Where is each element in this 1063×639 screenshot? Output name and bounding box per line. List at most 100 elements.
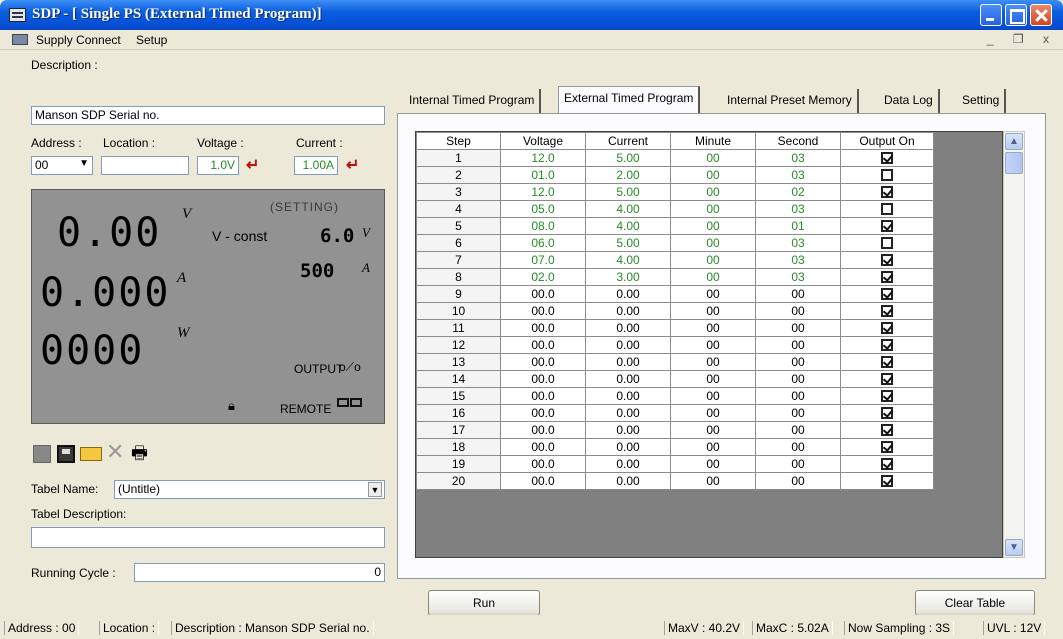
voltage-cell[interactable]: 12.0 xyxy=(500,149,586,167)
table-scrollbar[interactable]: ▲ ▼ xyxy=(1003,131,1025,558)
voltage-cell[interactable]: 05.0 xyxy=(500,200,586,218)
column-header[interactable]: Output On xyxy=(840,132,934,150)
output-on-cell[interactable] xyxy=(840,370,934,388)
second-cell[interactable]: 03 xyxy=(755,268,841,286)
voltage-cell[interactable]: 00.0 xyxy=(500,319,586,337)
minute-cell[interactable]: 00 xyxy=(670,336,756,354)
second-cell[interactable]: 03 xyxy=(755,200,841,218)
output-checkbox[interactable] xyxy=(881,271,893,284)
output-on-cell[interactable] xyxy=(840,336,934,354)
output-on-cell[interactable] xyxy=(840,302,934,320)
table-row[interactable]: 4 05.0 4.00 00 03 xyxy=(416,200,934,218)
output-checkbox[interactable] xyxy=(881,288,893,301)
step-cell[interactable]: 12 xyxy=(416,336,501,354)
tab-internal-timed-program[interactable]: Internal Timed Program xyxy=(404,89,542,113)
output-on-cell[interactable] xyxy=(840,268,934,286)
current-cell[interactable]: 0.00 xyxy=(585,336,671,354)
minute-cell[interactable]: 00 xyxy=(670,438,756,456)
step-cell[interactable]: 8 xyxy=(416,268,501,286)
table-description-input[interactable] xyxy=(31,527,385,548)
table-row[interactable]: 10 00.0 0.00 00 00 xyxy=(416,302,934,320)
scroll-up-button[interactable]: ▲ xyxy=(1005,133,1023,150)
output-checkbox[interactable] xyxy=(881,322,893,335)
second-cell[interactable]: 00 xyxy=(755,285,841,303)
minute-cell[interactable]: 00 xyxy=(670,302,756,320)
current-cell[interactable]: 0.00 xyxy=(585,387,671,405)
table-row[interactable]: 13 00.0 0.00 00 00 xyxy=(416,353,934,371)
current-cell[interactable]: 0.00 xyxy=(585,455,671,473)
output-on-cell[interactable] xyxy=(840,421,934,439)
scroll-thumb[interactable] xyxy=(1005,152,1023,174)
current-cell[interactable]: 0.00 xyxy=(585,438,671,456)
output-checkbox[interactable] xyxy=(881,305,893,318)
open-folder-icon[interactable] xyxy=(80,447,102,461)
second-cell[interactable]: 00 xyxy=(755,472,841,490)
minute-cell[interactable]: 00 xyxy=(670,455,756,473)
output-on-cell[interactable] xyxy=(840,438,934,456)
second-cell[interactable]: 00 xyxy=(755,319,841,337)
output-on-cell[interactable] xyxy=(840,455,934,473)
output-checkbox[interactable] xyxy=(881,186,893,199)
minute-cell[interactable]: 00 xyxy=(670,217,756,235)
current-cell[interactable]: 5.00 xyxy=(585,234,671,252)
address-select[interactable]: 00 ▼ xyxy=(31,156,93,175)
output-on-cell[interactable] xyxy=(840,404,934,422)
voltage-cell[interactable]: 00.0 xyxy=(500,421,586,439)
second-cell[interactable]: 00 xyxy=(755,353,841,371)
step-cell[interactable]: 9 xyxy=(416,285,501,303)
voltage-cell[interactable]: 00.0 xyxy=(500,472,586,490)
voltage-cell[interactable]: 00.0 xyxy=(500,404,586,422)
voltage-cell[interactable]: 12.0 xyxy=(500,183,586,201)
output-checkbox[interactable] xyxy=(881,407,893,420)
tab-data-log[interactable]: Data Log xyxy=(879,89,940,113)
step-cell[interactable]: 17 xyxy=(416,421,501,439)
output-on-cell[interactable] xyxy=(840,166,934,184)
minute-cell[interactable]: 00 xyxy=(670,421,756,439)
column-header[interactable]: Minute xyxy=(670,132,756,150)
table-row[interactable]: 8 02.0 3.00 00 03 xyxy=(416,268,934,286)
minute-cell[interactable]: 00 xyxy=(670,149,756,167)
minute-cell[interactable]: 00 xyxy=(670,387,756,405)
minute-cell[interactable]: 00 xyxy=(670,353,756,371)
table-name-select[interactable]: (Untitle) ▼ xyxy=(114,480,385,499)
chevron-down-icon[interactable]: ▼ xyxy=(368,482,382,497)
output-checkbox[interactable] xyxy=(881,169,893,182)
maximize-button[interactable] xyxy=(1005,4,1027,26)
current-cell[interactable]: 0.00 xyxy=(585,319,671,337)
second-cell[interactable]: 03 xyxy=(755,149,841,167)
step-cell[interactable]: 18 xyxy=(416,438,501,456)
second-cell[interactable]: 00 xyxy=(755,336,841,354)
current-cell[interactable]: 0.00 xyxy=(585,370,671,388)
minute-cell[interactable]: 00 xyxy=(670,251,756,269)
second-cell[interactable]: 00 xyxy=(755,302,841,320)
print-icon[interactable]: 🖶︎ xyxy=(131,444,149,462)
output-checkbox[interactable] xyxy=(881,390,893,403)
table-row[interactable]: 1 12.0 5.00 00 03 xyxy=(416,149,934,167)
output-checkbox[interactable] xyxy=(881,254,893,267)
output-checkbox[interactable] xyxy=(881,424,893,437)
output-checkbox[interactable] xyxy=(881,441,893,454)
step-cell[interactable]: 7 xyxy=(416,251,501,269)
voltage-cell[interactable]: 00.0 xyxy=(500,336,586,354)
output-on-cell[interactable] xyxy=(840,319,934,337)
location-input[interactable] xyxy=(101,156,189,175)
title-bar[interactable]: SDP - [ Single PS (External Timed Progra… xyxy=(0,0,1063,30)
step-cell[interactable]: 6 xyxy=(416,234,501,252)
current-cell[interactable]: 0.00 xyxy=(585,285,671,303)
table-row[interactable]: 5 08.0 4.00 00 01 xyxy=(416,217,934,235)
step-cell[interactable]: 10 xyxy=(416,302,501,320)
table-row[interactable]: 14 00.0 0.00 00 00 xyxy=(416,370,934,388)
table-row[interactable]: 15 00.0 0.00 00 00 xyxy=(416,387,934,405)
output-checkbox[interactable] xyxy=(881,220,893,233)
table-row[interactable]: 12 00.0 0.00 00 00 xyxy=(416,336,934,354)
output-checkbox[interactable] xyxy=(881,152,893,165)
step-cell[interactable]: 11 xyxy=(416,319,501,337)
table-row[interactable]: 19 00.0 0.00 00 00 xyxy=(416,455,934,473)
menu-setup[interactable]: Setup xyxy=(136,33,167,47)
output-on-cell[interactable] xyxy=(840,387,934,405)
voltage-cell[interactable]: 00.0 xyxy=(500,438,586,456)
step-cell[interactable]: 4 xyxy=(416,200,501,218)
output-on-cell[interactable] xyxy=(840,234,934,252)
delete-icon[interactable]: ✕ xyxy=(106,441,124,463)
column-header[interactable]: Second xyxy=(755,132,841,150)
